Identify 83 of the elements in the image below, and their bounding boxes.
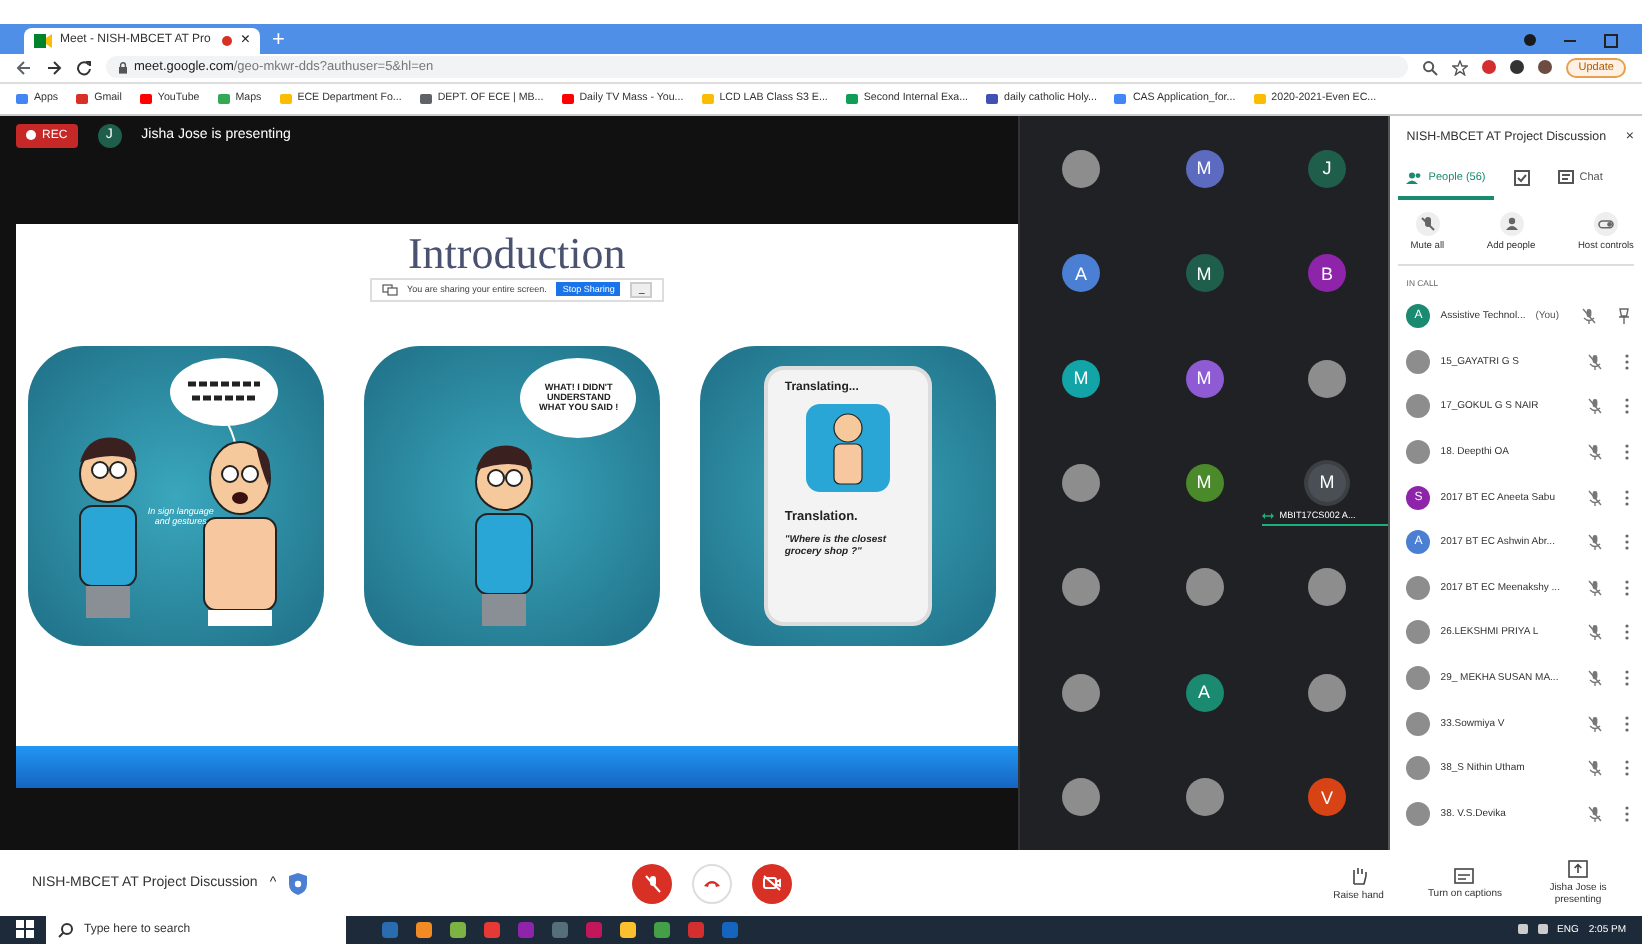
shield-icon bbox=[288, 871, 309, 896]
slide-title: Introduction bbox=[407, 229, 626, 278]
screens-icon bbox=[381, 283, 398, 296]
profile-photo bbox=[1406, 439, 1431, 464]
meet-icon bbox=[34, 33, 52, 48]
participant-avatar: M bbox=[1185, 359, 1224, 397]
mic-off-icon[interactable] bbox=[1587, 669, 1602, 686]
more-options-icon[interactable] bbox=[1623, 715, 1630, 732]
participant-avatar: M bbox=[1185, 149, 1224, 188]
more-options-icon[interactable] bbox=[1623, 579, 1630, 596]
profile-photo bbox=[1406, 801, 1431, 826]
recording-dot-icon bbox=[222, 35, 233, 46]
leave-call-button[interactable] bbox=[692, 863, 732, 904]
participant-avatar: A bbox=[1062, 254, 1100, 293]
minimize-icon[interactable] bbox=[1564, 39, 1576, 42]
participant-avatar: B bbox=[1308, 254, 1347, 293]
mic-off-icon[interactable] bbox=[1587, 805, 1602, 822]
taskbar-app-icon[interactable] bbox=[416, 921, 432, 938]
taskbar-app-icon[interactable] bbox=[450, 921, 466, 938]
profile-photo[interactable] bbox=[1538, 60, 1553, 75]
mic-off-icon[interactable] bbox=[1587, 624, 1602, 641]
mic-off-icon[interactable] bbox=[1587, 579, 1602, 596]
taskbar-app-icon[interactable] bbox=[620, 921, 636, 938]
search-icon[interactable] bbox=[1422, 59, 1439, 76]
more-options-icon[interactable] bbox=[1623, 443, 1630, 460]
profile-photo bbox=[1406, 711, 1431, 736]
profile-photo bbox=[1406, 394, 1431, 419]
lock-icon bbox=[118, 61, 128, 74]
profile-icon[interactable] bbox=[1524, 34, 1536, 47]
participant-avatar: M bbox=[1185, 254, 1224, 293]
restore-icon[interactable] bbox=[1604, 33, 1618, 48]
chat-icon bbox=[1557, 170, 1574, 185]
participant-avatar: A bbox=[1185, 673, 1224, 712]
tab-close-button[interactable]: × bbox=[240, 32, 250, 49]
participant-avatar: M bbox=[1062, 359, 1100, 397]
profile-photo bbox=[1406, 665, 1431, 690]
mic-off-icon[interactable] bbox=[1587, 353, 1602, 370]
profile-photo bbox=[1406, 575, 1431, 600]
mic-off-icon[interactable] bbox=[1587, 760, 1602, 777]
more-options-icon[interactable] bbox=[1623, 398, 1630, 415]
more-options-icon[interactable] bbox=[1623, 805, 1630, 822]
mic-off-icon bbox=[643, 873, 661, 894]
profile-photo bbox=[1406, 756, 1431, 781]
participant-avatar: M bbox=[1308, 463, 1347, 502]
forward-icon[interactable] bbox=[46, 59, 62, 76]
checklist-icon bbox=[1513, 169, 1530, 186]
more-options-icon[interactable] bbox=[1623, 624, 1630, 641]
star-icon[interactable] bbox=[1452, 59, 1469, 76]
present-screen-icon bbox=[1568, 860, 1588, 879]
search-icon bbox=[58, 921, 74, 938]
participant-avatar: J bbox=[1308, 149, 1347, 188]
hand-icon bbox=[1349, 865, 1368, 886]
mic-off-icon[interactable] bbox=[1587, 489, 1602, 506]
more-options-icon[interactable] bbox=[1623, 760, 1630, 777]
phone-icon bbox=[702, 878, 722, 889]
camera-off-icon bbox=[762, 874, 782, 893]
mic-off-icon[interactable] bbox=[1587, 534, 1602, 551]
more-options-icon[interactable] bbox=[1623, 489, 1630, 506]
camera-off-button[interactable] bbox=[752, 863, 792, 904]
people-icon bbox=[1406, 171, 1423, 184]
toggle-icon bbox=[1593, 211, 1618, 236]
mic-off-icon[interactable] bbox=[1581, 308, 1596, 325]
reload-icon[interactable] bbox=[76, 59, 92, 76]
add-person-icon bbox=[1499, 211, 1524, 236]
mic-off-icon[interactable] bbox=[1587, 443, 1602, 460]
back-icon[interactable] bbox=[16, 59, 32, 76]
pin-icon[interactable] bbox=[1617, 308, 1630, 325]
more-options-icon[interactable] bbox=[1623, 353, 1630, 370]
mic-off-icon[interactable] bbox=[1587, 715, 1602, 732]
windows-start-icon[interactable] bbox=[16, 920, 34, 939]
microphone-off-button[interactable] bbox=[632, 863, 672, 904]
audio-level-icon bbox=[1261, 511, 1274, 520]
participant-avatar: M bbox=[1185, 463, 1224, 502]
mic-off-icon bbox=[1415, 211, 1440, 236]
profile-photo bbox=[1406, 349, 1431, 374]
participant-avatar: V bbox=[1308, 778, 1347, 817]
man-drawing bbox=[806, 403, 891, 492]
profile-photo bbox=[1406, 620, 1431, 645]
more-options-icon[interactable] bbox=[1623, 669, 1630, 686]
taskbar-app-icon[interactable] bbox=[654, 921, 670, 938]
mic-off-icon[interactable] bbox=[1587, 398, 1602, 415]
captions-icon bbox=[1454, 867, 1475, 884]
more-options-icon[interactable] bbox=[1623, 534, 1630, 551]
